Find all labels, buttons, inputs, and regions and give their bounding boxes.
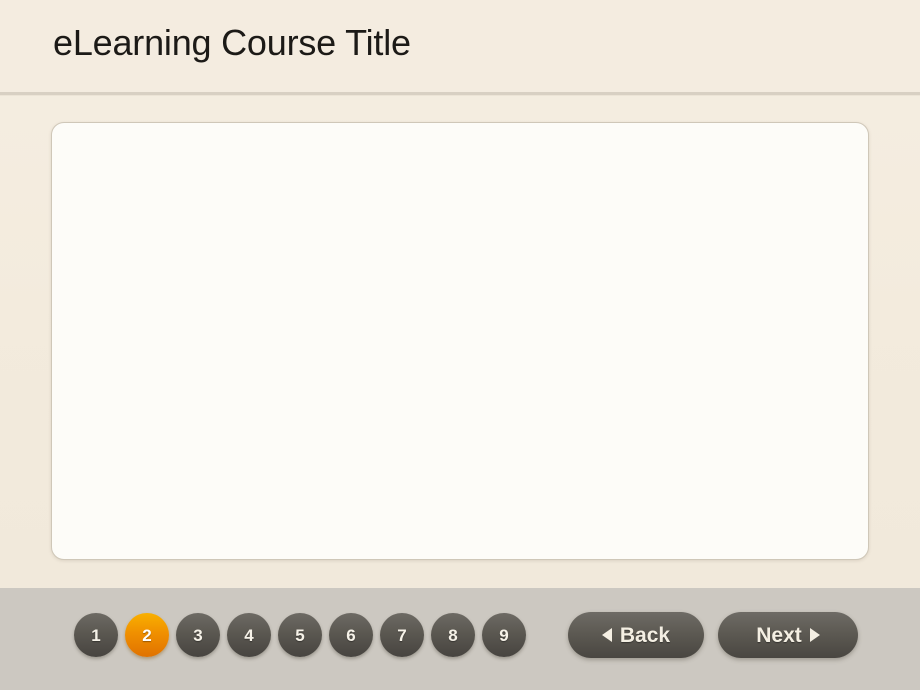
page-navigation: 1 2 3 4 5 6 7 8 9 <box>74 613 526 657</box>
back-button-label: Back <box>619 623 671 647</box>
header-divider-highlight <box>0 95 920 96</box>
triangle-left-icon <box>601 628 612 642</box>
page-dot-4[interactable]: 4 <box>227 613 271 657</box>
page-dot-label: 2 <box>142 625 152 645</box>
page-dot-label: 1 <box>91 625 101 645</box>
page-dot-label: 7 <box>397 625 407 645</box>
page-dot-8[interactable]: 8 <box>431 613 475 657</box>
navigation-controls: Back Next <box>568 612 858 658</box>
page-dot-label: 9 <box>499 625 509 645</box>
page-dot-1[interactable]: 1 <box>74 613 118 657</box>
page-dot-label: 4 <box>244 625 254 645</box>
page-dot-2[interactable]: 2 <box>125 613 169 657</box>
next-button-label: Next <box>756 623 802 647</box>
course-header: eLearning Course Title <box>0 0 920 92</box>
page-dot-7[interactable]: 7 <box>380 613 424 657</box>
page-title: eLearning Course Title <box>53 22 411 63</box>
page-dot-label: 8 <box>448 625 458 645</box>
page-dot-label: 6 <box>346 625 356 645</box>
back-button[interactable]: Back <box>568 612 704 658</box>
elearning-course-player: eLearning Course Title 1 2 3 4 5 6 7 8 9… <box>0 0 920 690</box>
page-dot-label: 3 <box>193 625 203 645</box>
triangle-right-icon <box>809 628 820 642</box>
slide-content-area <box>51 122 869 560</box>
next-button[interactable]: Next <box>718 612 858 658</box>
page-dot-3[interactable]: 3 <box>176 613 220 657</box>
page-dot-5[interactable]: 5 <box>278 613 322 657</box>
page-dot-label: 5 <box>295 625 305 645</box>
page-dot-9[interactable]: 9 <box>482 613 526 657</box>
page-dot-6[interactable]: 6 <box>329 613 373 657</box>
